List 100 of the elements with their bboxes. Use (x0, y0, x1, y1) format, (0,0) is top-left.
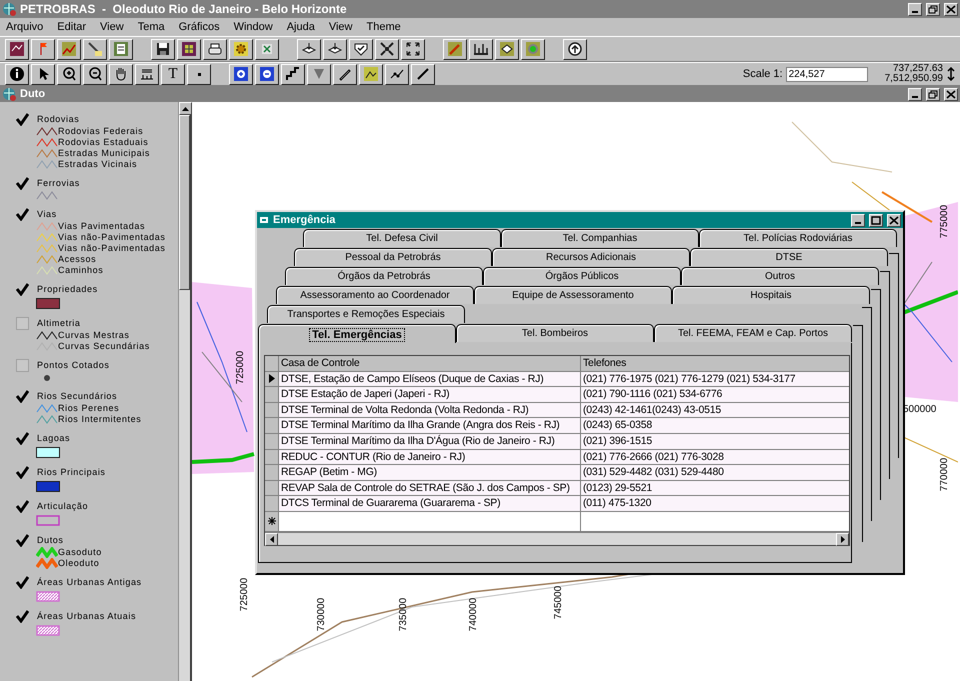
tool-button[interactable] (31, 38, 55, 60)
layer-checkbox[interactable] (16, 466, 29, 479)
column-header[interactable]: Telefones (581, 356, 849, 371)
menu-item[interactable]: View (100, 18, 124, 36)
tool-button[interactable] (57, 64, 81, 84)
layer-checkbox[interactable] (16, 610, 29, 623)
minimize-button[interactable] (908, 2, 922, 16)
tool-button[interactable] (5, 38, 29, 60)
scroll-up-button[interactable] (179, 102, 192, 115)
tool-button[interactable] (281, 64, 305, 84)
tool-button[interactable] (563, 38, 587, 60)
layer-checkbox[interactable] (16, 317, 29, 330)
menu-item[interactable]: Ajuda (286, 18, 315, 36)
coordinate-label: 725000 (234, 350, 248, 384)
close-button[interactable] (944, 2, 958, 16)
tool-button[interactable] (31, 64, 55, 84)
tab[interactable]: Recursos Adicionais (492, 248, 690, 266)
scroll-left-button[interactable] (265, 532, 278, 546)
layer-name: Rodovias (37, 112, 80, 126)
line-symbol (36, 265, 58, 276)
tool-button[interactable] (359, 64, 383, 84)
coordinate-label: 745000 (552, 586, 566, 620)
scrollbar[interactable] (265, 532, 849, 545)
tool-button[interactable] (151, 38, 175, 60)
tool-button[interactable] (109, 64, 133, 84)
tool-button[interactable] (443, 38, 467, 60)
menu-item[interactable]: Arquivo (6, 18, 44, 36)
close-button[interactable] (887, 214, 901, 226)
tool-button[interactable] (109, 38, 133, 60)
tool-button[interactable] (297, 38, 321, 60)
tab[interactable]: Órgãos da Petrobrás (285, 267, 483, 285)
tool-button[interactable] (401, 38, 425, 60)
tool-button[interactable] (83, 64, 107, 84)
tool-button[interactable] (255, 64, 279, 84)
maximize-button[interactable] (869, 214, 883, 226)
restore-button[interactable] (926, 2, 940, 16)
menu-item[interactable]: Window (234, 18, 273, 36)
menu-item[interactable]: View (328, 18, 352, 36)
tab[interactable]: Tel. Companhias (501, 229, 699, 247)
tab[interactable]: Órgãos Públicos (483, 267, 681, 285)
table-cell: (031) 529-4482 (031) 529-4480 (581, 465, 849, 480)
tab[interactable]: Hospitais (672, 286, 870, 304)
tool-button[interactable] (521, 38, 545, 60)
scale-field[interactable]: 224,527 (786, 66, 868, 82)
layer-checkbox[interactable] (16, 390, 29, 403)
layer-checkbox[interactable] (16, 534, 29, 547)
layer-checkbox[interactable] (16, 500, 29, 513)
layer-checkbox[interactable] (16, 432, 29, 445)
tool-button[interactable] (135, 64, 159, 84)
tool-button[interactable] (385, 64, 409, 84)
tab[interactable]: DTSE (690, 248, 888, 266)
layer-checkbox[interactable] (16, 283, 29, 296)
tool-button[interactable] (307, 64, 331, 84)
tab[interactable]: Tel. Defesa Civil (303, 229, 501, 247)
tab[interactable]: Outros (681, 267, 879, 285)
tool-button[interactable] (411, 64, 435, 84)
menu-item[interactable]: Editar (57, 18, 86, 36)
layer-checkbox[interactable] (16, 576, 29, 589)
menu-item[interactable]: Gráficos (178, 18, 220, 36)
tool-button[interactable] (333, 64, 357, 84)
tool-button[interactable] (229, 38, 253, 60)
tab[interactable]: Tel. Bombeiros (456, 324, 654, 342)
menu-item[interactable]: Theme (366, 18, 401, 36)
column-header[interactable]: Casa de Controle (279, 356, 581, 371)
tool-button[interactable] (187, 64, 211, 84)
minimize-button[interactable] (908, 88, 922, 100)
minimize-button[interactable] (851, 214, 865, 226)
layer-checkbox[interactable] (16, 113, 29, 126)
tool-button[interactable] (57, 38, 81, 60)
tool-button[interactable] (83, 38, 107, 60)
layer-checkbox[interactable] (16, 359, 29, 372)
layer-checkbox[interactable] (16, 208, 29, 221)
symbol-label: Rios Intermitentes (58, 412, 142, 426)
text-tool-button[interactable]: T (161, 64, 185, 84)
tab[interactable]: Equipe de Assessoramento (474, 286, 672, 304)
close-button[interactable] (944, 88, 958, 100)
tool-button[interactable] (203, 38, 227, 60)
tab[interactable]: Tel. FEEMA, FEAM e Cap. Portos (654, 324, 852, 342)
tab[interactable]: Tel. Emergências (258, 324, 456, 344)
tool-button[interactable] (229, 64, 253, 84)
tool-button[interactable] (177, 38, 201, 60)
scroll-thumb[interactable] (179, 115, 190, 290)
tab[interactable]: Assessoramento ao Coordenador (276, 286, 474, 304)
tab[interactable]: Pessoal da Petrobrás (294, 248, 492, 266)
tool-button[interactable] (323, 38, 347, 60)
tool-button[interactable] (469, 38, 493, 60)
menu-item[interactable]: Tema (138, 18, 165, 36)
tab[interactable]: Transportes e Remoções Especiais (267, 305, 465, 323)
symbol-label: Rodovias Estaduais (58, 136, 148, 149)
tool-button[interactable] (495, 38, 519, 60)
scrollbar[interactable] (178, 102, 190, 681)
tool-button[interactable] (5, 64, 29, 84)
tool-button[interactable] (349, 38, 373, 60)
tab[interactable]: Tel. Polícias Rodoviárias (699, 229, 897, 247)
restore-button[interactable] (926, 88, 940, 100)
tool-button[interactable] (255, 38, 279, 60)
layer-checkbox[interactable] (16, 177, 29, 190)
scroll-right-button[interactable] (836, 532, 849, 546)
row-selector[interactable] (265, 372, 279, 386)
tool-button[interactable] (375, 38, 399, 60)
